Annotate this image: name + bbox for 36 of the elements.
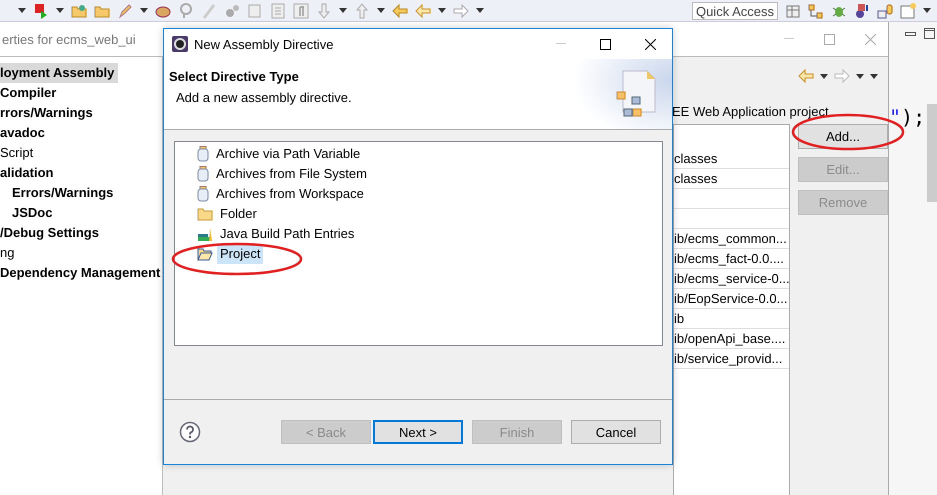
tree-item[interactable]: Script bbox=[0, 143, 38, 163]
list-item[interactable]: Archives from Workspace bbox=[213, 184, 367, 204]
tree-item[interactable]: loyment Assembly bbox=[0, 63, 118, 83]
action-button[interactable]: Add... bbox=[798, 124, 888, 149]
tree-item[interactable]: Dependency Management bbox=[0, 263, 164, 283]
list-row[interactable]: ib/EopService-0.0... bbox=[674, 289, 789, 309]
tree-item[interactable]: alidation bbox=[0, 163, 58, 183]
wizard-button[interactable]: Cancel bbox=[571, 420, 661, 444]
list-row[interactable]: ib/ecms_fact-0.0.... bbox=[674, 249, 789, 269]
page-heading: Select Directive Type bbox=[169, 69, 300, 84]
list-row[interactable]: classes bbox=[674, 149, 789, 169]
list-row[interactable]: ib/openApi_base.... bbox=[674, 329, 789, 349]
quick-access-field[interactable]: Quick Access bbox=[692, 2, 778, 20]
tree-item[interactable]: JSDoc bbox=[12, 203, 56, 223]
list-row[interactable]: ib/service_provid... bbox=[674, 349, 789, 369]
list-item[interactable]: Project bbox=[217, 244, 264, 264]
description-text: EE Web Application project bbox=[672, 104, 829, 119]
list-item[interactable]: Folder bbox=[217, 204, 260, 224]
tree-item[interactable]: ng bbox=[0, 243, 18, 263]
list-row[interactable]: ib/ecms_service-0... bbox=[674, 269, 789, 289]
dialog-title: New Assembly Directive bbox=[194, 36, 334, 52]
tree-item[interactable]: Compiler bbox=[0, 83, 60, 103]
list-item[interactable]: Java Build Path Entries bbox=[217, 224, 358, 244]
code-text: "); bbox=[889, 105, 926, 129]
tree-item[interactable]: rrors/Warnings bbox=[0, 103, 97, 123]
list-row[interactable]: ib bbox=[674, 309, 789, 329]
list-item[interactable]: Archives from File System bbox=[213, 164, 370, 184]
tree-item[interactable]: avadoc bbox=[0, 123, 49, 143]
tree-item[interactable]: Errors/Warnings bbox=[12, 183, 118, 203]
list-row[interactable]: classes bbox=[674, 169, 789, 189]
tree-item[interactable]: /Debug Settings bbox=[0, 223, 103, 243]
wizard-button[interactable]: Next > bbox=[373, 420, 463, 444]
list-item[interactable]: Archive via Path Variable bbox=[213, 144, 364, 164]
window-title: erties for ecms_web_ui bbox=[2, 32, 136, 46]
page-description: Add a new assembly directive. bbox=[175, 90, 352, 105]
list-row[interactable]: ib/ecms_common... bbox=[674, 229, 789, 249]
